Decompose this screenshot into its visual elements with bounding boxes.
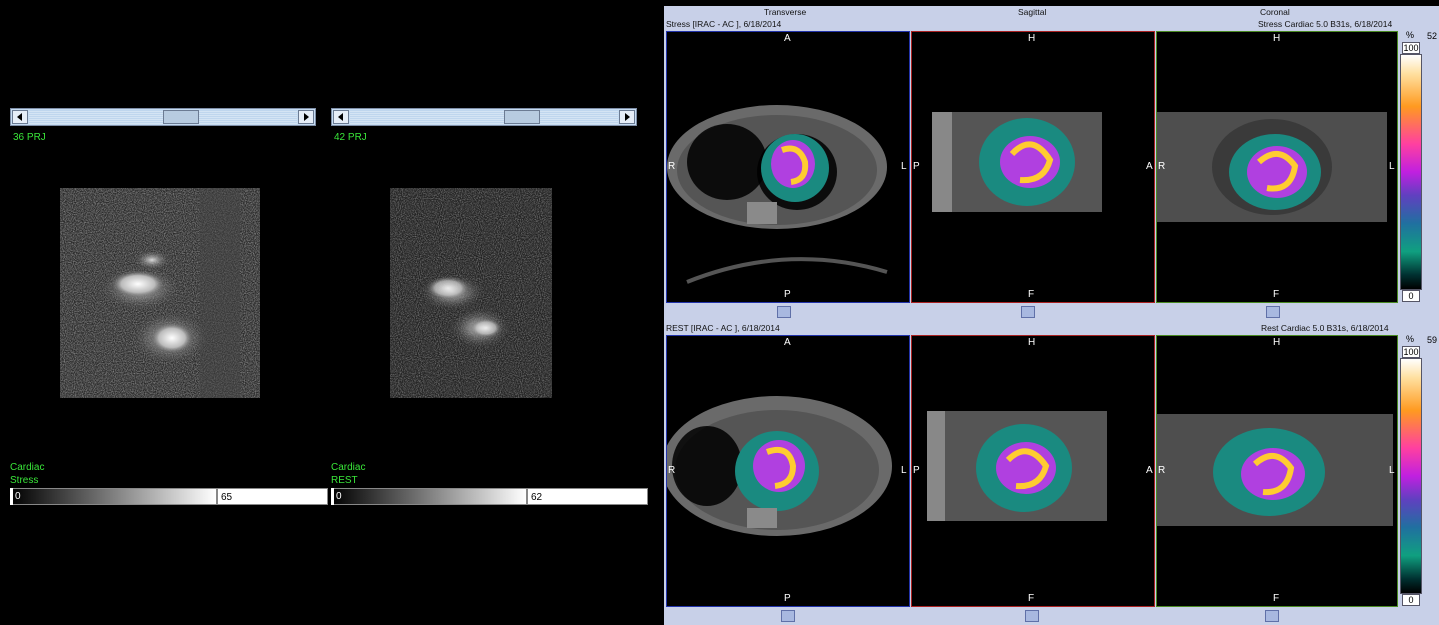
scroll-right-arrow-icon[interactable] <box>619 110 635 124</box>
coronal-right-label: L <box>1389 465 1395 476</box>
rest-transverse-image <box>667 396 892 536</box>
column-header-transverse: Transverse <box>764 7 807 17</box>
transverse-left-label: R <box>668 161 676 172</box>
coronal-bottom-label: F <box>1273 593 1280 604</box>
rest-raw-projection-image <box>390 188 552 398</box>
stress-colorbar[interactable] <box>1400 54 1422 290</box>
coronal-top-label: H <box>1273 337 1281 348</box>
rest-sagittal-view[interactable]: H F P A <box>911 335 1155 607</box>
rest-coronal-slice-knob[interactable] <box>1265 610 1279 622</box>
scroll-right-arrow-icon[interactable] <box>298 110 314 124</box>
column-header-sagittal: Sagittal <box>1018 7 1047 17</box>
rest-gray-scale-bar[interactable] <box>331 488 527 505</box>
scroll-thumb[interactable] <box>504 110 540 124</box>
stress-coronal-slice-knob[interactable] <box>1266 306 1280 318</box>
coronal-right-label: L <box>1389 161 1395 172</box>
rest-scale-max[interactable]: 62 <box>527 488 648 505</box>
sagittal-left-label: P <box>913 465 920 476</box>
stress-coronal-image <box>1157 112 1387 222</box>
stress-projection-scrollbar[interactable] <box>10 108 316 126</box>
rest-row-series-caption: Rest Cardiac 5.0 B31s, 6/18/2014 <box>1261 323 1389 333</box>
stress-colorbar-min[interactable]: 0 <box>1402 290 1420 302</box>
coronal-left-label: R <box>1158 161 1166 172</box>
rest-colorbar-min[interactable]: 0 <box>1402 594 1420 606</box>
rest-colorbar-max[interactable]: 100 <box>1402 346 1420 358</box>
sagittal-bottom-label: F <box>1028 593 1035 604</box>
coronal-bottom-label: F <box>1273 289 1280 300</box>
stress-row-series-caption: Stress Cardiac 5.0 B31s, 6/18/2014 <box>1258 19 1393 29</box>
sagittal-bottom-label: F <box>1028 289 1035 300</box>
transverse-right-label: L <box>901 465 907 476</box>
rest-sagittal-slice-knob[interactable] <box>1025 610 1039 622</box>
rest-coronal-view[interactable]: H F R L <box>1156 335 1398 607</box>
rest-transverse-view[interactable]: A P R L <box>666 335 910 607</box>
scroll-track[interactable] <box>350 110 618 124</box>
stress-projection-label: 36 PRJ <box>13 132 46 143</box>
rest-projection-scrollbar[interactable] <box>331 108 637 126</box>
column-header-coronal: Coronal <box>1260 7 1290 17</box>
scroll-left-arrow-icon[interactable] <box>12 110 28 124</box>
stress-raw-projection-image <box>60 188 260 398</box>
stress-side-value: 52 <box>1427 31 1438 41</box>
scroll-thumb[interactable] <box>163 110 199 124</box>
stress-title-line2: Stress <box>10 475 39 486</box>
rest-sagittal-image <box>927 411 1107 521</box>
rest-transverse-slice-knob[interactable] <box>781 610 795 622</box>
stress-gray-scale-bar[interactable] <box>10 488 217 505</box>
stress-scale-min: 0 <box>15 491 21 502</box>
rest-title-line2: REST <box>331 475 358 486</box>
rest-colorbar-unit: % <box>1406 334 1415 344</box>
sagittal-top-label: H <box>1028 337 1036 348</box>
stress-transverse-slice-knob[interactable] <box>777 306 791 318</box>
stress-transverse-view[interactable]: A P R L <box>666 31 910 303</box>
transverse-right-label: L <box>901 161 907 172</box>
transverse-top-label: A <box>784 337 791 348</box>
rest-coronal-image <box>1157 414 1393 526</box>
rest-row-caption: REST [IRAC - AC ], 6/18/2014 <box>666 323 780 333</box>
transverse-bottom-label: P <box>784 593 791 604</box>
sagittal-left-label: P <box>913 161 920 172</box>
rest-title-line1: Cardiac <box>331 462 366 473</box>
stress-row-caption: Stress [IRAC - AC ], 6/18/2014 <box>666 19 782 29</box>
stress-coronal-view[interactable]: H F R L <box>1156 31 1398 303</box>
scroll-left-arrow-icon[interactable] <box>333 110 349 124</box>
stress-colorbar-unit: % <box>1406 30 1415 40</box>
stress-sagittal-view[interactable]: H F P A <box>911 31 1155 303</box>
stress-colorbar-max[interactable]: 100 <box>1402 42 1420 54</box>
transverse-left-label: R <box>668 465 676 476</box>
rest-scale-min-marker[interactable] <box>331 488 334 505</box>
stress-scale-min-marker[interactable] <box>10 488 13 505</box>
sagittal-right-label: A <box>1146 465 1153 476</box>
coronal-left-label: R <box>1158 465 1166 476</box>
rest-colorbar[interactable] <box>1400 358 1422 594</box>
stress-scale-max[interactable]: 65 <box>217 488 328 505</box>
sagittal-right-label: A <box>1146 161 1153 172</box>
coronal-top-label: H <box>1273 33 1281 44</box>
transverse-bottom-label: P <box>784 289 791 300</box>
stress-sagittal-slice-knob[interactable] <box>1021 306 1035 318</box>
stress-transverse-image <box>667 105 888 284</box>
transverse-top-label: A <box>784 33 791 44</box>
fusion-viewer-panel: Transverse Sagittal Coronal Stress [IRAC… <box>664 6 1439 625</box>
rest-scale-min: 0 <box>336 491 342 502</box>
rest-side-value: 59 <box>1427 335 1438 345</box>
stress-title-line1: Cardiac <box>10 462 45 473</box>
sagittal-top-label: H <box>1028 33 1036 44</box>
stress-sagittal-image <box>932 112 1102 212</box>
rest-projection-label: 42 PRJ <box>334 132 367 143</box>
